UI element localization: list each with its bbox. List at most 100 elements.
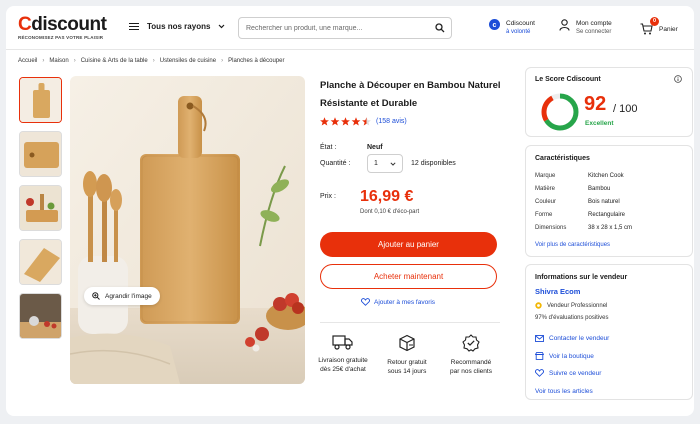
feature-free-delivery: Livraison gratuite dès 25€ d'achat: [314, 334, 372, 374]
account-sub: Se connecter: [576, 29, 612, 35]
star-icon: [330, 117, 340, 126]
quantity-label: Quantité :: [320, 160, 351, 167]
follow-seller-link[interactable]: Suivre ce vendeur: [535, 369, 601, 377]
cart-icon-wrap: 0: [640, 17, 659, 40]
reviews-count-link[interactable]: (158 avis): [376, 118, 407, 125]
spec-row: Dimensions 38 x 28 x 1,5 cm: [535, 225, 632, 231]
condition-row: État : Neuf: [320, 144, 383, 151]
pro-badge-icon: [535, 302, 542, 309]
view-shop-link[interactable]: Voir la boutique: [535, 352, 594, 360]
thumbnail-5[interactable]: [19, 293, 62, 339]
cdiscount-logo[interactable]: Cdiscount: [18, 14, 107, 35]
view-shop-label: Voir la boutique: [549, 352, 594, 360]
breadcrumb-item[interactable]: Maison: [49, 58, 68, 64]
logo-tagline: RÉCONOMISEZ PAS VOTRE PLAISIR: [18, 35, 104, 40]
menu-label: Tous nos rayons: [147, 22, 211, 31]
cdav-icon: c: [489, 19, 500, 30]
product-title: Planche à Découper en Bambou Naturel Rés…: [320, 80, 501, 109]
feature-free-return: Retour gratuit sous 14 jours: [378, 334, 436, 376]
feature-line: Recommandé: [450, 359, 492, 366]
feature-line: par nos clients: [450, 368, 492, 375]
favorites-label: Ajouter à mes favoris: [374, 298, 436, 306]
info-icon[interactable]: [674, 75, 682, 83]
spec-key: Marque: [535, 173, 556, 179]
condition-label: État :: [320, 144, 337, 151]
chevron-down-icon: [218, 24, 225, 29]
add-to-favorites-link[interactable]: Ajouter à mes favoris: [361, 298, 435, 306]
spec-key: Matière: [535, 186, 556, 192]
site-header: Cdiscount RÉCONOMISEZ PAS VOTRE PLAISIR …: [6, 6, 694, 50]
thumbnail-1[interactable]: [19, 77, 62, 123]
zoom-in-icon: [92, 292, 100, 300]
star-icon: [341, 117, 350, 126]
quantity-row: Quantité : 1 12 disponibles: [320, 154, 456, 173]
score-gauge: [541, 93, 579, 131]
buy-now-button[interactable]: Acheter maintenant: [320, 264, 497, 289]
all-articles-label: Voir tous les articles: [535, 388, 593, 395]
breadcrumb-item[interactable]: Cuisine & Arts de la table: [81, 58, 148, 64]
cart-link[interactable]: 0 Panier: [640, 17, 678, 40]
breadcrumb-item[interactable]: Planches à découper: [228, 58, 284, 64]
divider: [320, 322, 500, 323]
account-title: Mon compte: [576, 20, 612, 27]
search-input[interactable]: [246, 22, 426, 35]
seller-card: Informations sur le vendeur Shivra Ecom …: [525, 264, 693, 400]
breadcrumb-item[interactable]: Accueil: [18, 58, 37, 64]
feature-line: dès 25€ d'achat: [320, 366, 366, 373]
spec-key: Dimensions: [535, 225, 567, 231]
product-price: 16,99 €: [360, 188, 414, 205]
quantity-select[interactable]: 1: [367, 154, 403, 173]
enlarge-image-label: Agrandir l'image: [105, 292, 152, 300]
thumbnail-list: [19, 77, 63, 347]
add-to-cart-button[interactable]: Ajouter au panier: [320, 232, 497, 257]
heart-icon: [535, 369, 544, 377]
star-icon: [362, 117, 371, 126]
score-label: Excellent: [585, 120, 614, 127]
spec-value: Rectangulaire: [588, 212, 626, 218]
main-product-image[interactable]: [70, 76, 305, 384]
verified-badge-icon: [462, 334, 480, 352]
spec-key: Couleur: [535, 199, 557, 205]
all-departments-menu[interactable]: Tous nos rayons: [129, 22, 225, 31]
breadcrumb-item[interactable]: Ustensiles de cuisine: [160, 58, 216, 64]
chevron-down-icon: [390, 161, 396, 166]
feature-line: Livraison gratuite: [318, 357, 368, 364]
star-icon: [320, 117, 329, 126]
follow-seller-label: Suivre ce vendeur: [549, 369, 602, 377]
logo-c: C: [18, 14, 32, 35]
seller-positive-label: 97% d'évaluations positives: [535, 315, 609, 321]
thumbnail-2[interactable]: [19, 131, 62, 177]
rating-stars: [320, 117, 371, 126]
spec-row: Couleur Bois naturel: [535, 199, 620, 205]
cdiscount-a-volonte-link[interactable]: c Cdiscount à volonté: [489, 19, 535, 36]
feature-line: sous 14 jours: [387, 368, 427, 375]
spec-key: Forme: [535, 212, 553, 218]
spec-value: Kitchen Cook: [588, 173, 624, 179]
product-rating[interactable]: (158 avis): [320, 117, 407, 126]
contact-seller-label: Contacter le vendeur: [549, 335, 610, 342]
spec-row: Marque Kitchen Cook: [535, 173, 624, 179]
spec-value: 38 x 28 x 1,5 cm: [588, 225, 633, 231]
enlarge-image-button[interactable]: Agrandir l'image: [84, 287, 160, 305]
characteristics-card: Caractéristiques Marque Kitchen Cook Mati…: [525, 145, 693, 257]
all-articles-link[interactable]: Voir tous les articles: [535, 388, 593, 395]
spec-row: Matière Bambou: [535, 186, 610, 192]
thumbnail-3[interactable]: [19, 185, 62, 231]
quantity-value: 1: [374, 160, 378, 167]
contact-seller-link[interactable]: Contacter le vendeur: [535, 335, 609, 342]
seller-pro: Vendeur Professionnel: [535, 302, 607, 309]
mail-icon: [535, 335, 544, 342]
more-characteristics-link[interactable]: Voir plus de caractéristiques: [535, 242, 610, 248]
search-icon[interactable]: [435, 23, 445, 33]
stock-info: 12 disponibles: [411, 160, 456, 167]
hamburger-icon: [129, 22, 139, 31]
star-icon: [351, 117, 361, 126]
thumbnail-4[interactable]: [19, 239, 62, 285]
characteristics-title: Caractéristiques: [535, 155, 590, 162]
feature-line: Retour gratuit: [387, 359, 427, 366]
logo-text: discount: [31, 14, 107, 35]
page: Cdiscount RÉCONOMISEZ PAS VOTRE PLAISIR …: [6, 6, 694, 416]
heart-icon: [361, 298, 370, 306]
account-link[interactable]: Mon compte Se connecter: [559, 19, 612, 36]
seller-name-link[interactable]: Shivra Ecom: [535, 287, 580, 296]
